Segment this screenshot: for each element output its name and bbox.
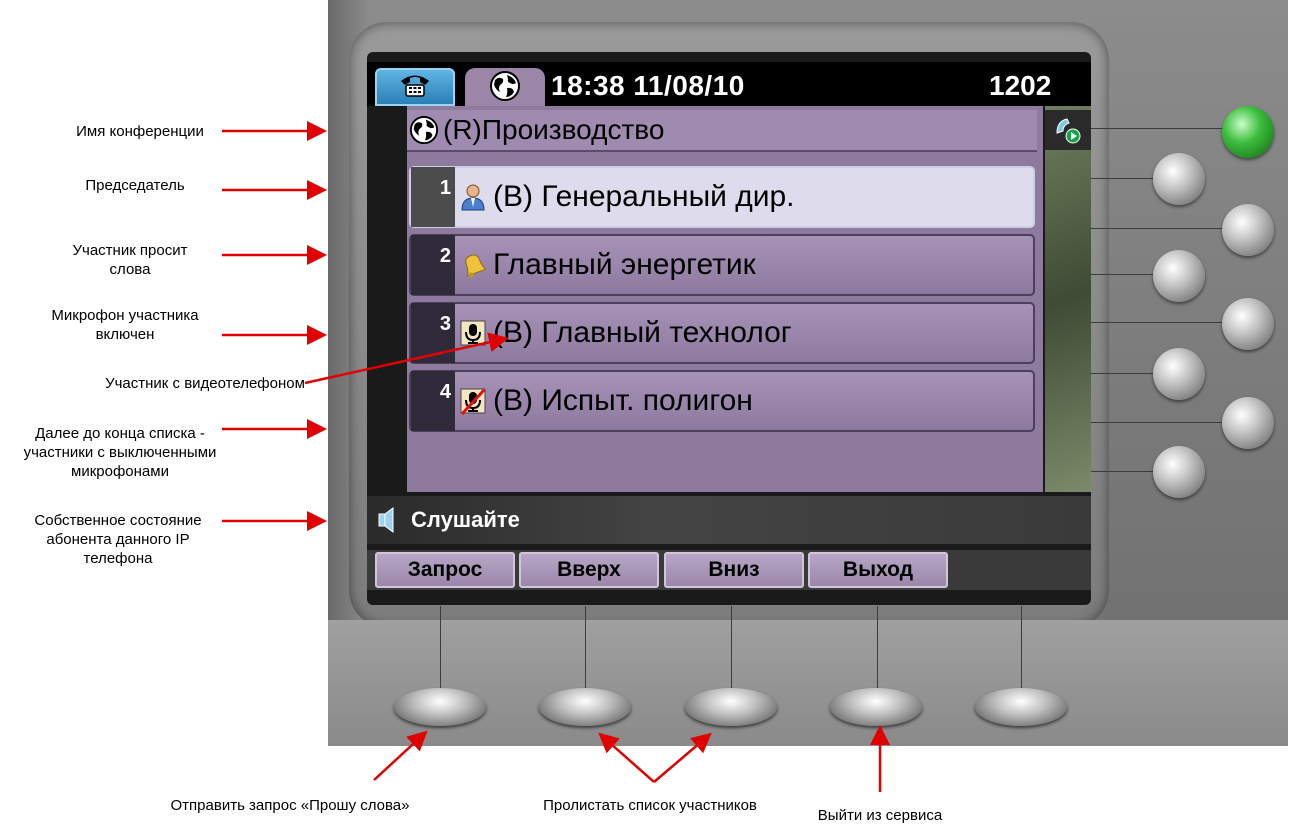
annotation-line: слова (109, 261, 151, 278)
globe-icon (409, 115, 439, 145)
participant-name: (B) Генеральный дир. (493, 180, 795, 213)
line-key-connector (1091, 422, 1223, 423)
line-key-connector (1091, 228, 1223, 229)
chairman-icon (459, 180, 487, 214)
softkey-hw-button-5[interactable] (975, 688, 1067, 726)
softkey-connector-line (877, 606, 878, 690)
line-key-8[interactable] (1153, 446, 1205, 498)
softkey-hw-button-1[interactable] (394, 688, 486, 726)
participant-number: 3 (411, 303, 455, 363)
line-key-connector (1091, 373, 1159, 374)
annotation-line: телефона (83, 550, 153, 567)
bell-icon (459, 248, 487, 282)
own-state-bar: Слушайте (367, 496, 1091, 544)
annotation-exit-service: Выйти из сервиса (817, 807, 943, 824)
softkey-hw-button-4[interactable] (830, 688, 922, 726)
phone-screen: 18:38 11/08/10 1202 (R)Производство 1 (B… (367, 52, 1091, 605)
line-key-2[interactable] (1153, 153, 1205, 205)
line-key-connector (1091, 322, 1223, 323)
softkey-connector-line (731, 606, 732, 690)
phone-bottom-plate (328, 620, 1288, 746)
annotation-line: участники с выключенными (23, 444, 217, 461)
status-bar: 18:38 11/08/10 1202 (367, 62, 1091, 108)
annotation-line: включен (95, 326, 155, 343)
tab-phone-lines[interactable] (375, 68, 455, 106)
participant-number: 1 (411, 167, 455, 227)
speaker-icon (377, 506, 397, 534)
softkey-connector-line (585, 606, 586, 690)
participant-number: 2 (411, 235, 455, 295)
line-key-7[interactable] (1222, 397, 1274, 449)
softkey-connector-line (440, 606, 441, 690)
telephone-icon (398, 72, 432, 103)
softkey-hw-button-2[interactable] (539, 688, 631, 726)
line-key-connector (1091, 274, 1159, 275)
annotation-line: микрофонами (71, 463, 169, 480)
line-key-4[interactable] (1153, 250, 1205, 302)
line-key-connector (1091, 178, 1159, 179)
softkey-exit[interactable]: Выход (808, 552, 948, 588)
annotation-video-phone: Участник с видеотелефоном (105, 375, 305, 392)
participant-number: 4 (411, 371, 455, 431)
conference-name: (R)Производство (443, 114, 665, 145)
line-key-6[interactable] (1153, 348, 1205, 400)
tab-services[interactable] (465, 68, 545, 108)
call-play-icon (1045, 110, 1091, 150)
annotation-mic-on: Микрофон участника включен (25, 306, 225, 344)
conference-title-bar: (R)Производство (407, 110, 1037, 152)
line-key-connector (1091, 471, 1159, 472)
annotation-conference-name: Имя конференции (76, 123, 204, 140)
participant-row-2[interactable]: 2 Главный энергетик (409, 234, 1035, 296)
own-state-text: Слушайте (411, 507, 520, 532)
annotation-line: Микрофон участника (51, 307, 199, 324)
annotation-line: Далее до конца списка - (35, 425, 205, 442)
globe-icon (489, 70, 521, 107)
annotation-requests-floor: Участник просит слова (45, 241, 215, 279)
participant-name: Главный энергетик (493, 248, 756, 281)
softkey-down[interactable]: Вниз (664, 552, 804, 588)
softkey-connector-line (1021, 606, 1022, 690)
participant-list-panel: (R)Производство 1 (B) Генеральный дир. 2 (407, 106, 1043, 492)
line-key-1-active[interactable] (1222, 106, 1274, 158)
microphone-on-icon (459, 316, 487, 350)
annotation-chairman: Председатель (85, 177, 185, 194)
line-key-3[interactable] (1222, 204, 1274, 256)
extension-number: 1202 (989, 70, 1052, 101)
annotation-line: Участник просит (72, 242, 188, 259)
time-date: 18:38 11/08/10 (551, 70, 745, 101)
participant-name: (B) Испыт. полигон (493, 384, 753, 417)
softkey-up[interactable]: Вверх (519, 552, 659, 588)
line-key-5[interactable] (1222, 298, 1274, 350)
annotation-own-state: Собственное состояние абонента данного I… (8, 511, 228, 568)
participant-row-3[interactable]: 3 (B) Главный технолог (409, 302, 1035, 364)
softkey-hw-button-3[interactable] (685, 688, 777, 726)
participant-row-4[interactable]: 4 (B) Испыт. полигон (409, 370, 1035, 432)
annotation-scroll-list: Пролистать список участников (543, 797, 757, 814)
participant-row-1[interactable]: 1 (B) Генеральный дир. (409, 166, 1035, 228)
participant-name: (B) Главный технолог (493, 316, 792, 349)
video-preview-panel (1045, 106, 1091, 492)
softkey-bar: Запрос Вверх Вниз Выход (367, 550, 1091, 590)
annotation-send-request: Отправить запрос «Прошу слова» (170, 797, 410, 814)
annotation-line: абонента данного IP (46, 531, 190, 548)
softkey-request[interactable]: Запрос (375, 552, 515, 588)
microphone-muted-icon (459, 384, 487, 418)
annotation-muted-participants: Далее до конца списка - участники с выкл… (10, 424, 230, 481)
line-key-connector (1091, 128, 1223, 129)
annotation-line: Собственное состояние (34, 512, 202, 529)
